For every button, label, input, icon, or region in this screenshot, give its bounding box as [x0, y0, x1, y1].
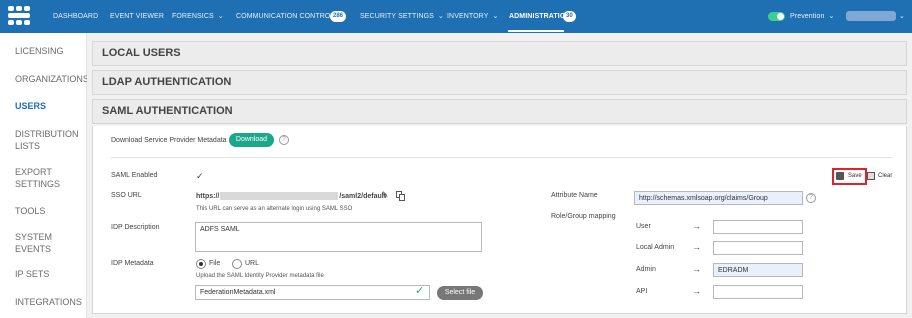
local-users-panel-header[interactable]: LOCAL USERS	[92, 41, 907, 66]
communication-control-count-badge: 286	[330, 11, 347, 22]
prevention-mode-dropdown[interactable]: Prevention ⌄	[790, 0, 834, 33]
chevron-down-icon[interactable]: ⌄	[899, 0, 905, 33]
nav-inventory[interactable]: INVENTORY ⌄	[447, 0, 498, 33]
sidebar-item-ip-sets[interactable]: IP SETS	[15, 268, 49, 280]
redacted-host	[220, 192, 339, 200]
arrow-right-icon: →	[692, 286, 701, 296]
check-icon: ✓	[415, 285, 425, 297]
saml-enabled-label: SAML Enabled	[111, 172, 158, 179]
sidebar-item-label: DISTRIBUTION	[15, 129, 79, 139]
floppy-disk-icon	[836, 172, 844, 180]
help-icon[interactable]: ?	[279, 135, 289, 145]
nav-communication-control[interactable]: COMMUNICATION CONTROL⌄	[236, 0, 344, 33]
role-admin-label: Admin	[636, 266, 656, 273]
edit-pencil-icon[interactable]: ✎	[381, 190, 389, 201]
radio-url[interactable]	[232, 259, 242, 269]
select-file-button[interactable]: Select file	[437, 286, 483, 300]
nav-security-settings-label: SECURITY SETTINGS	[360, 13, 434, 20]
attribute-name-input[interactable]: http://schemas.xmlsoap.org/claims/Group	[634, 191, 803, 205]
sso-url-prefix: https://	[196, 192, 220, 200]
sidebar-item-label: SETTINGS	[15, 179, 61, 189]
download-button[interactable]: Download	[229, 133, 274, 147]
role-local-admin-label: Local Admin	[636, 244, 675, 251]
nav-inventory-label: INVENTORY	[447, 13, 489, 20]
radio-file-label: File	[209, 260, 221, 267]
idp-description-textarea[interactable]: ADFS SAML	[195, 222, 482, 252]
arrow-right-icon: →	[692, 264, 701, 274]
upload-note: Upload the SAML Identity Provider metada…	[196, 273, 324, 279]
toggle-knob	[777, 13, 784, 20]
role-group-mapping-label: Role/Group mapping	[551, 213, 616, 220]
top-navigation-bar: DASHBOARD EVENT VIEWER FORENSICS ⌄ COMMUN…	[0, 0, 912, 33]
sso-url-note: This URL can serve as an alternate login…	[196, 206, 353, 212]
active-tab-underline	[508, 30, 564, 32]
idp-description-label: IDP Description	[111, 224, 160, 231]
nav-administration[interactable]: ADMINISTRATION	[509, 0, 571, 33]
sidebar-item-label: EXPORT	[15, 167, 52, 177]
chevron-down-icon: ⌄	[492, 13, 499, 20]
sidebar-item-integrations[interactable]: INTEGRATIONS	[15, 296, 82, 308]
chevron-down-icon: ⌄	[437, 13, 444, 20]
radio-file[interactable]	[196, 259, 206, 269]
role-local-admin-input[interactable]	[713, 241, 803, 255]
sidebar-item-label: LISTS	[15, 141, 41, 151]
idp-metadata-label: IDP Metadata	[111, 260, 154, 267]
sidebar-item-users[interactable]: USERS	[15, 100, 46, 112]
sso-url-label: SSO URL	[111, 192, 142, 199]
sidebar-item-export-settings[interactable]: EXPORT SETTINGS	[15, 166, 60, 190]
section-divider	[111, 157, 892, 158]
radio-url-label: URL	[245, 260, 260, 267]
prevention-mode-label: Prevention	[790, 13, 825, 20]
save-button-label: Save	[848, 173, 862, 179]
sso-url-path: /saml2/	[339, 192, 364, 200]
sidebar-item-licensing[interactable]: LICENSING	[15, 45, 64, 57]
sso-url-value: https:///saml2/default	[196, 192, 386, 200]
help-icon[interactable]: ?	[806, 193, 816, 203]
role-user-label: User	[636, 223, 651, 230]
sidebar-item-label: SYSTEM	[15, 232, 53, 242]
download-metadata-label: Download Service Provider Metadata	[111, 137, 227, 144]
administration-count-badge: 30	[563, 11, 576, 22]
chevron-down-icon: ⌄	[828, 13, 835, 20]
clear-button-label: Clear	[878, 173, 893, 179]
clear-table-icon	[867, 172, 875, 180]
nav-security-settings[interactable]: SECURITY SETTINGS ⌄	[360, 0, 444, 33]
sidebar-item-organizations[interactable]: ORGANIZATIONS	[15, 73, 89, 85]
role-api-label: API	[636, 288, 648, 295]
ldap-authentication-panel-header[interactable]: LDAP AUTHENTICATION	[92, 70, 907, 95]
saml-enabled-checkmark[interactable]: ✓	[196, 171, 204, 182]
arrow-right-icon: →	[692, 242, 701, 252]
chevron-down-icon: ⌄	[217, 13, 224, 20]
role-admin-input[interactable]: EDRADM	[713, 263, 803, 277]
nav-event-viewer[interactable]: EVENT VIEWER	[110, 0, 164, 33]
nav-communication-control-label: COMMUNICATION CONTROL	[236, 13, 335, 20]
sidebar-item-tools[interactable]: TOOLS	[15, 205, 45, 217]
role-user-input[interactable]	[713, 220, 803, 234]
nav-dashboard[interactable]: DASHBOARD	[53, 0, 98, 33]
metadata-file-input[interactable]: FederationMetadata.xml	[195, 285, 430, 300]
sidebar-item-distribution-lists[interactable]: DISTRIBUTION LISTS	[15, 128, 79, 152]
arrow-right-icon: →	[692, 221, 701, 231]
fortinet-logo-icon[interactable]	[8, 6, 30, 26]
role-api-input[interactable]	[713, 285, 803, 299]
nav-forensics-label: FORENSICS	[172, 13, 214, 20]
saml-authentication-panel-header[interactable]: SAML AUTHENTICATION	[92, 99, 907, 124]
attribute-name-label: Attribute Name	[551, 192, 598, 199]
sidebar-item-label: EVENTS	[15, 244, 52, 254]
copy-icon[interactable]	[396, 191, 405, 201]
sidebar-item-system-events[interactable]: SYSTEM EVENTS	[15, 231, 52, 255]
user-account-menu[interactable]	[846, 11, 896, 21]
prevention-mode-toggle[interactable]	[768, 12, 785, 21]
nav-forensics[interactable]: FORENSICS ⌄	[172, 0, 224, 33]
